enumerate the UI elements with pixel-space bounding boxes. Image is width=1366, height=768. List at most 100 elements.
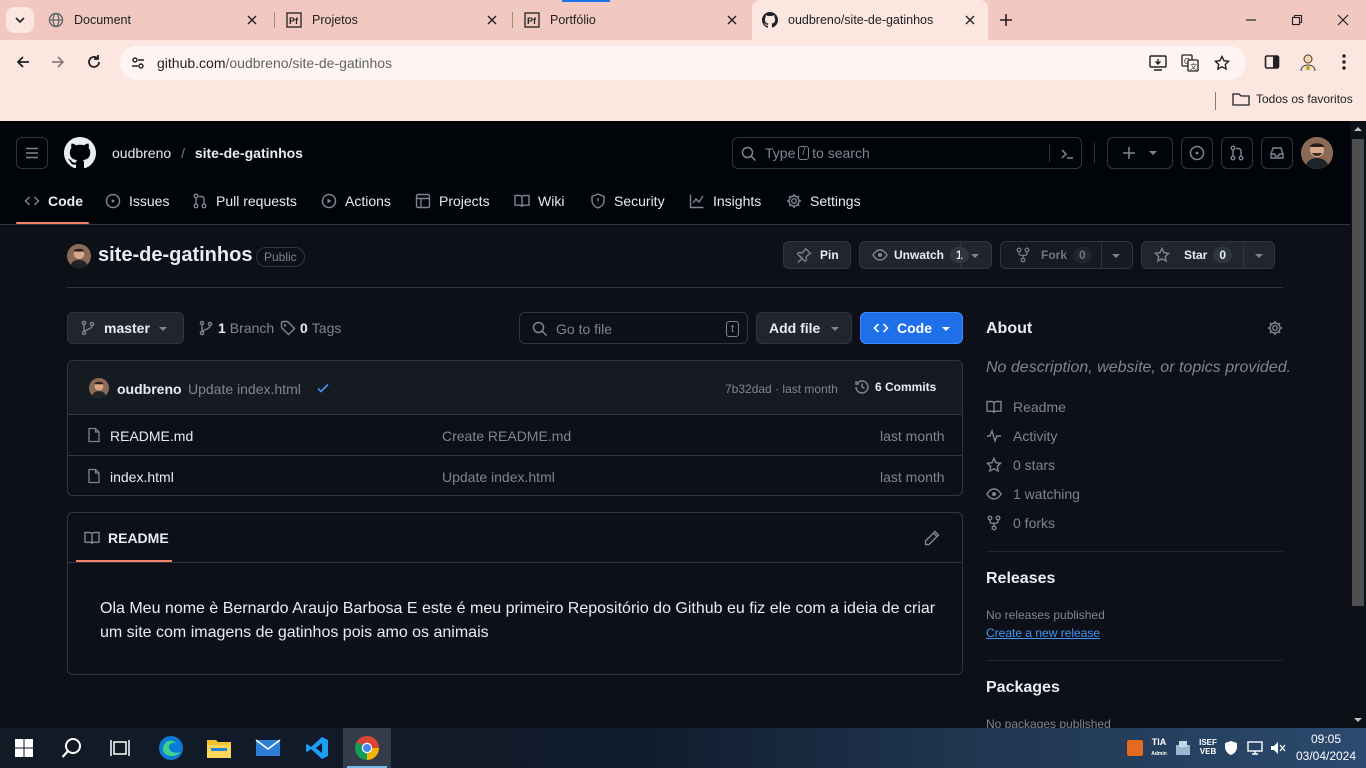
page-scrollbar[interactable]: [1350, 121, 1366, 728]
stars-link[interactable]: 0 stars: [986, 457, 1055, 473]
tags-link[interactable]: 0 Tags: [280, 320, 341, 336]
tab-issues[interactable]: Issues: [105, 185, 169, 217]
inbox-button[interactable]: [1261, 137, 1293, 169]
close-icon[interactable]: [484, 12, 500, 28]
reload-button[interactable]: [79, 47, 109, 77]
edge-taskbar-icon[interactable]: [147, 728, 195, 768]
chevron-down-icon[interactable]: [1254, 251, 1264, 261]
repo-owner-avatar[interactable]: [67, 244, 91, 268]
go-to-file-input[interactable]: Go to file t: [519, 312, 748, 344]
forks-link[interactable]: 0 forks: [986, 515, 1055, 531]
scroll-up-arrow-icon[interactable]: [1354, 125, 1362, 133]
gear-icon[interactable]: [1267, 320, 1283, 336]
tray-app-icon[interactable]: [1127, 740, 1143, 756]
watchers-link[interactable]: 1 watching: [986, 486, 1080, 502]
code-dropdown-button[interactable]: Code: [860, 312, 963, 344]
translate-icon[interactable]: G文: [1178, 51, 1202, 75]
check-icon[interactable]: [316, 381, 330, 395]
table-row[interactable]: index.html Update index.html last month: [68, 456, 962, 495]
vscode-taskbar-icon[interactable]: [293, 728, 341, 768]
tray-isef-icon[interactable]: ISEF VEB: [1199, 738, 1217, 758]
command-palette-icon[interactable]: [1059, 146, 1075, 162]
site-info-icon[interactable]: [126, 51, 150, 75]
table-row[interactable]: README.md Create README.md last month: [68, 415, 962, 456]
branch-select-button[interactable]: master: [67, 312, 184, 344]
security-shield-icon[interactable]: [1223, 740, 1239, 756]
create-release-link[interactable]: Create a new release: [986, 626, 1100, 640]
browser-tab-projetos[interactable]: Pf Projetos: [276, 0, 510, 40]
side-panel-button[interactable]: [1258, 47, 1286, 77]
commit-author-avatar[interactable]: [89, 378, 109, 398]
file-name[interactable]: index.html: [110, 469, 174, 485]
address-bar[interactable]: github.com/oudbreno/site-de-gatinhos G文: [120, 46, 1246, 80]
tab-actions[interactable]: Actions: [321, 185, 391, 217]
file-commit-message[interactable]: Create README.md: [442, 428, 571, 444]
repo-link[interactable]: site-de-gatinhos: [195, 145, 303, 161]
readme-tab[interactable]: README: [76, 513, 172, 563]
volume-muted-icon[interactable]: [1270, 740, 1286, 756]
packages-heading[interactable]: Packages: [986, 679, 1060, 697]
owner-link[interactable]: oudbreno: [112, 145, 171, 161]
forward-button[interactable]: [43, 47, 73, 77]
repo-title[interactable]: site-de-gatinhos: [98, 244, 252, 267]
tab-security[interactable]: Security: [590, 185, 665, 217]
all-bookmarks-button[interactable]: Todos os favoritos: [1232, 92, 1353, 106]
commits-link[interactable]: 6 Commits: [854, 379, 936, 395]
menu-button[interactable]: [1330, 47, 1358, 77]
tray-tia-icon[interactable]: TIA Admin: [1150, 737, 1168, 757]
browser-tab-document[interactable]: Document: [38, 0, 270, 40]
chevron-down-icon[interactable]: [970, 251, 980, 261]
tab-projects[interactable]: Projects: [415, 185, 490, 217]
pencil-icon[interactable]: [924, 530, 940, 546]
system-clock[interactable]: 09:05 03/04/2024: [1294, 731, 1358, 765]
file-commit-message[interactable]: Update index.html: [442, 469, 555, 485]
add-file-button[interactable]: Add file: [756, 312, 852, 344]
network-share-icon[interactable]: [1175, 740, 1191, 756]
user-avatar[interactable]: [1301, 137, 1333, 169]
taskbar-search-button[interactable]: [48, 728, 96, 768]
new-tab-button[interactable]: [994, 8, 1018, 32]
chevron-down-icon[interactable]: [1111, 251, 1121, 261]
task-view-button[interactable]: [96, 728, 144, 768]
install-app-icon[interactable]: [1146, 51, 1170, 75]
hamburger-button[interactable]: [16, 137, 48, 169]
start-button[interactable]: [0, 728, 48, 768]
window-close-button[interactable]: [1320, 0, 1366, 40]
back-button[interactable]: [8, 47, 38, 77]
mail-taskbar-icon[interactable]: [244, 728, 292, 768]
scroll-down-arrow-icon[interactable]: [1354, 716, 1362, 724]
file-name[interactable]: README.md: [110, 428, 193, 444]
close-icon[interactable]: [724, 12, 740, 28]
minimize-button[interactable]: [1228, 0, 1274, 40]
unwatch-button[interactable]: Unwatch 1: [859, 241, 992, 269]
file-explorer-taskbar-icon[interactable]: [195, 728, 243, 768]
readme-link[interactable]: Readme: [986, 399, 1066, 415]
releases-heading[interactable]: Releases: [986, 570, 1055, 588]
browser-tab-github[interactable]: oudbreno/site-de-gatinhos: [752, 0, 988, 40]
pin-button[interactable]: Pin: [783, 241, 851, 269]
tab-settings[interactable]: Settings: [786, 185, 861, 217]
commit-author[interactable]: oudbreno: [117, 381, 182, 397]
network-icon[interactable]: [1247, 740, 1263, 756]
issues-button[interactable]: [1181, 137, 1213, 169]
scrollbar-thumb[interactable]: [1352, 139, 1364, 606]
tab-search-button[interactable]: [6, 7, 34, 33]
tab-code[interactable]: Code: [24, 185, 83, 217]
close-icon[interactable]: [244, 12, 260, 28]
github-logo-icon[interactable]: [64, 137, 96, 169]
tab-pull-requests[interactable]: Pull requests: [192, 185, 297, 217]
tab-insights[interactable]: Insights: [689, 185, 761, 217]
create-new-button[interactable]: [1107, 137, 1173, 169]
global-search-input[interactable]: Type / to search: [732, 137, 1082, 169]
url-text[interactable]: github.com/oudbreno/site-de-gatinhos: [157, 55, 392, 71]
fork-button[interactable]: Fork 0: [1000, 241, 1133, 269]
restore-button[interactable]: [1274, 0, 1320, 40]
activity-link[interactable]: Activity: [986, 428, 1057, 444]
star-button[interactable]: Star 0: [1141, 241, 1275, 269]
branches-link[interactable]: 1 Branch: [198, 320, 274, 336]
browser-tab-portfolio[interactable]: Pf Portfólio: [514, 0, 750, 40]
commit-message[interactable]: Update index.html: [188, 381, 301, 397]
profile-avatar-button[interactable]: [1294, 48, 1322, 76]
close-icon[interactable]: [962, 12, 978, 28]
chrome-taskbar-icon[interactable]: [343, 728, 391, 768]
